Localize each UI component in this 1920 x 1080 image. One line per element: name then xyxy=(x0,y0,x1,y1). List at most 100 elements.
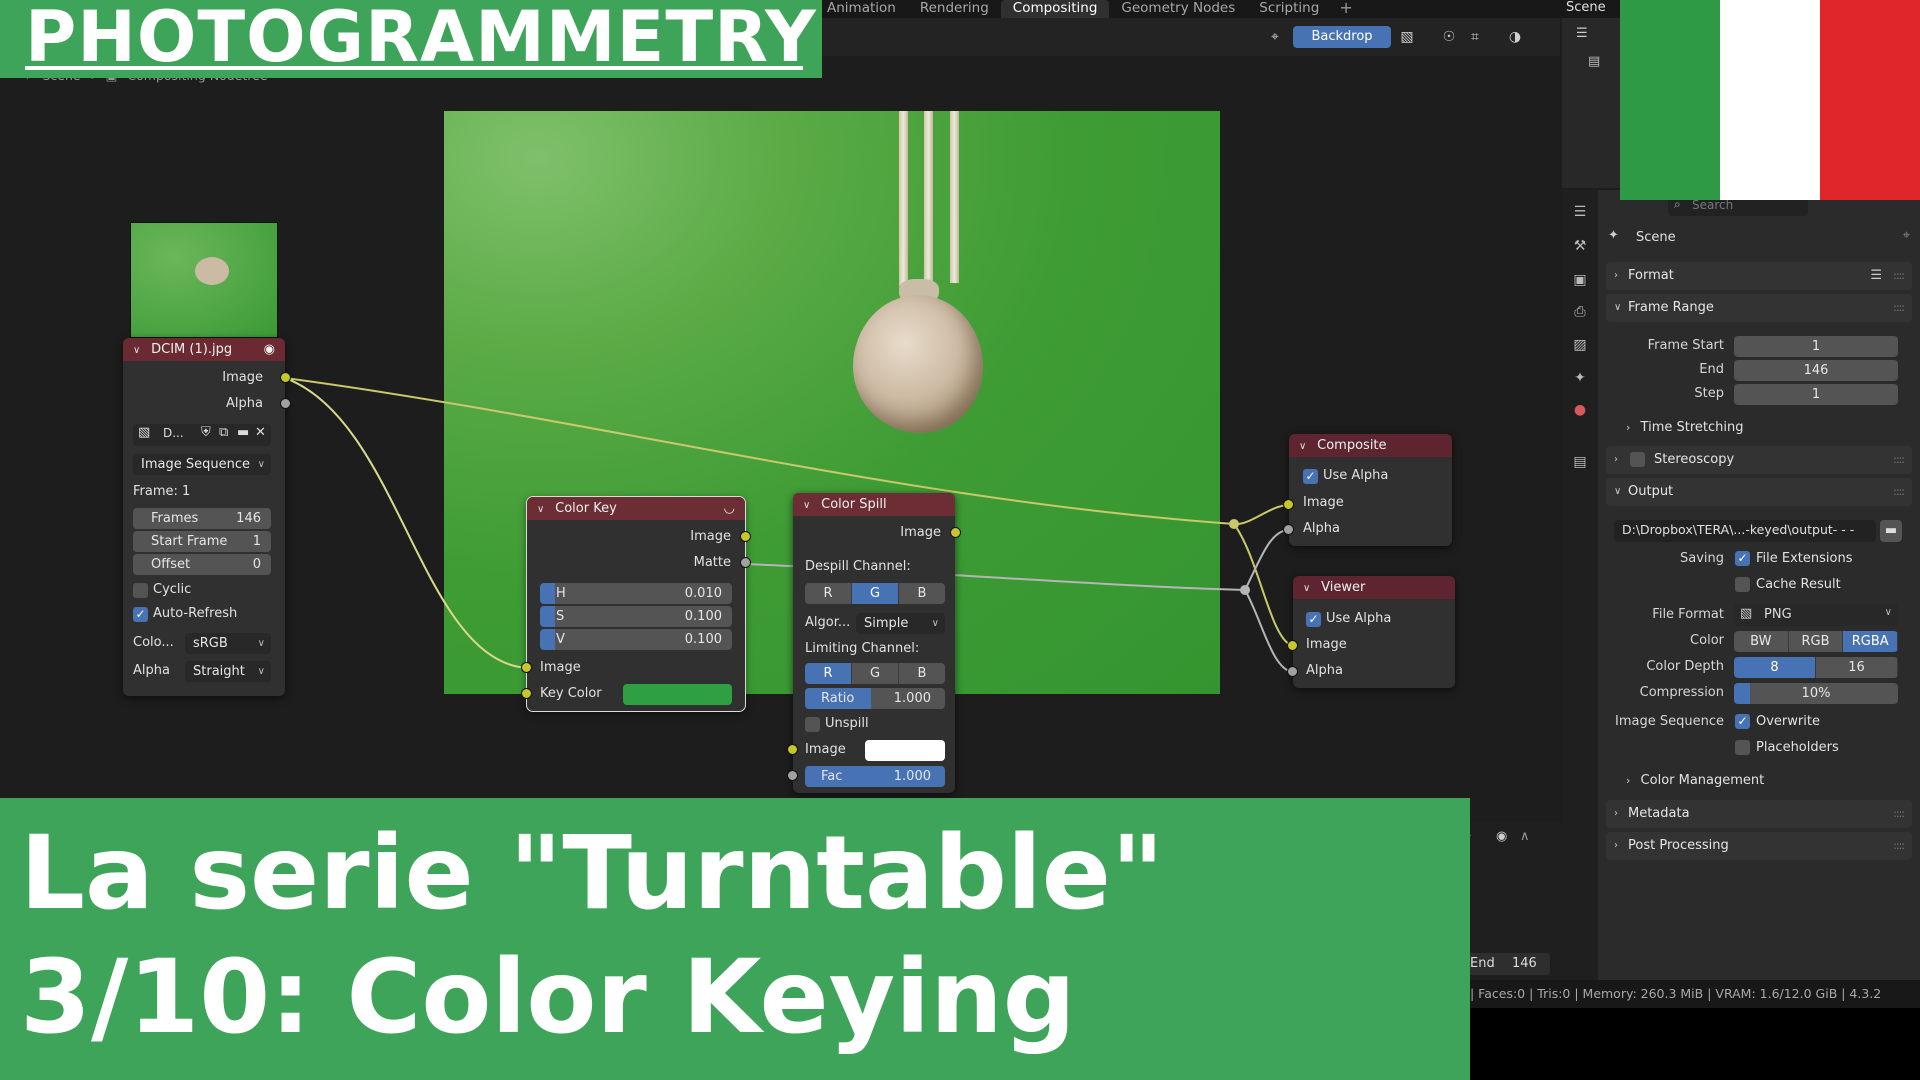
chevron-down-icon[interactable]: ∨ xyxy=(803,494,817,517)
stereoscopy-panel[interactable]: › Stereoscopy :::: xyxy=(1606,446,1912,474)
file-extensions-checkbox[interactable]: ✓ xyxy=(1735,551,1750,566)
chevron-down-icon[interactable]: ∨ xyxy=(1303,577,1317,600)
image-node[interactable]: ∨ DCIM (1).jpg ◉ Image Alpha ▧ D... ⛨ ⧉ … xyxy=(123,338,291,696)
pin-icon[interactable]: ⌖ xyxy=(1903,228,1910,243)
chevron-down-icon[interactable]: ∨ xyxy=(1299,435,1313,458)
folder-icon[interactable]: ▬ xyxy=(1880,520,1902,542)
metadata-panel[interactable]: › Metadata :::: xyxy=(1606,800,1912,828)
overwrite-checkbox[interactable]: ✓ xyxy=(1735,714,1750,729)
output-image-socket[interactable] xyxy=(950,527,961,538)
input-image-color[interactable] xyxy=(865,740,945,761)
post-processing-panel[interactable]: › Post Processing :::: xyxy=(1606,832,1912,860)
color-spill-header[interactable]: ∨ Color Spill xyxy=(793,493,955,516)
eye-icon[interactable]: ◉ xyxy=(264,338,275,361)
color-management-subpanel[interactable]: › Color Management xyxy=(1626,773,1764,788)
view-layer-icon[interactable]: ▨ xyxy=(1570,335,1590,355)
colorspace-dropdown[interactable]: sRGB ∨ xyxy=(185,633,271,654)
chevron-down-icon[interactable]: ∨ xyxy=(133,339,147,362)
world-icon[interactable]: ● xyxy=(1570,400,1590,420)
collection-icon[interactable]: ▤ xyxy=(1570,452,1590,472)
presets-icon[interactable]: ☰ xyxy=(1870,262,1882,290)
fake-user-icon[interactable]: ⛨ xyxy=(201,425,211,440)
ratio-field[interactable]: Ratio 1.000 xyxy=(805,688,945,709)
drag-handle-icon[interactable]: :::: xyxy=(1893,262,1905,290)
drag-handle-icon[interactable]: :::: xyxy=(1893,294,1905,322)
viewer-node[interactable]: ∨ Viewer ✓ Use Alpha Image Alpha xyxy=(1287,576,1455,688)
output-path-field[interactable]: D:\Dropbox\TERA\...-keyed\output- - - xyxy=(1614,520,1876,542)
color-depth-selector[interactable]: 8 16 xyxy=(1734,657,1898,678)
duplicate-icon[interactable]: ⧉ xyxy=(219,425,228,440)
depth-16[interactable]: 16 xyxy=(1816,657,1898,678)
record-icon[interactable]: ◉ xyxy=(1496,829,1507,844)
composite-alpha-socket[interactable] xyxy=(1283,524,1294,535)
color-rgba[interactable]: RGBA xyxy=(1843,631,1898,652)
composite-image-socket[interactable] xyxy=(1283,499,1294,510)
hue-field[interactable]: H 0.010 xyxy=(540,583,732,604)
format-panel[interactable]: › Format ☰ :::: xyxy=(1606,262,1912,290)
drag-handle-icon[interactable]: :::: xyxy=(1893,478,1905,506)
start-frame-field[interactable]: Start Frame 1 xyxy=(133,531,271,552)
fac-field[interactable]: Fac 1.000 xyxy=(805,766,945,787)
scene-icon[interactable]: ✦ xyxy=(1570,368,1590,388)
input-key-color-socket[interactable] xyxy=(521,688,532,699)
frame-range-panel[interactable]: ∨ Frame Range :::: xyxy=(1606,294,1912,322)
image-picker[interactable]: ▧ D... ⛨ ⧉ ▬ ✕ xyxy=(133,424,271,446)
folder-icon[interactable]: ▬ xyxy=(237,425,249,440)
viewer-header[interactable]: ∨ Viewer xyxy=(1293,576,1455,599)
limit-r[interactable]: R xyxy=(805,663,852,684)
color-rgb[interactable]: RGB xyxy=(1788,631,1844,652)
saturation-field[interactable]: S 0.100 xyxy=(540,606,732,627)
compression-slider[interactable]: 10% xyxy=(1734,683,1898,704)
drag-handle-icon[interactable]: :::: xyxy=(1893,832,1905,860)
tool-icon[interactable]: ⚒ xyxy=(1570,236,1590,256)
input-image-socket[interactable] xyxy=(521,662,532,673)
despill-g[interactable]: G xyxy=(852,583,899,604)
collapse-icon[interactable]: ◡ xyxy=(724,497,735,520)
chevron-down-icon[interactable]: ∨ xyxy=(537,498,551,521)
limiting-channel-selector[interactable]: R G B xyxy=(805,663,945,684)
color-mode-selector[interactable]: BW RGB RGBA xyxy=(1734,631,1898,652)
input-fac-socket[interactable] xyxy=(787,770,798,781)
keyframe-icon[interactable]: ∧ xyxy=(1520,829,1530,844)
alpha-mode-dropdown[interactable]: Straight ∨ xyxy=(185,661,271,682)
limit-b[interactable]: B xyxy=(899,663,945,684)
output-matte-socket[interactable] xyxy=(740,557,751,568)
stereoscopy-checkbox[interactable] xyxy=(1630,452,1645,467)
limit-g[interactable]: G xyxy=(852,663,899,684)
cache-result-checkbox[interactable] xyxy=(1735,577,1750,592)
time-stretching-subpanel[interactable]: › Time Stretching xyxy=(1626,420,1744,435)
viewer-image-socket[interactable] xyxy=(1287,640,1298,651)
image-node-header[interactable]: ∨ DCIM (1).jpg ◉ xyxy=(123,338,285,361)
despill-b[interactable]: B xyxy=(899,583,945,604)
source-dropdown[interactable]: Image Sequence ∨ xyxy=(133,454,271,475)
render-icon[interactable]: ▣ xyxy=(1570,270,1590,290)
image-browse-icon[interactable]: ▧ xyxy=(138,425,150,440)
drag-handle-icon[interactable]: :::: xyxy=(1893,446,1905,474)
properties-editor-icon[interactable]: ☰ xyxy=(1570,202,1590,222)
auto-refresh-checkbox[interactable]: ✓ xyxy=(133,607,148,622)
despill-r[interactable]: R xyxy=(805,583,852,604)
composite-header[interactable]: ∨ Composite xyxy=(1289,434,1452,457)
frame-step-field[interactable]: 1 xyxy=(1734,384,1898,405)
input-image-socket[interactable] xyxy=(787,744,798,755)
output-icon[interactable]: ⎙ xyxy=(1570,302,1590,322)
color-key-header[interactable]: ∨ Color Key ◡ xyxy=(527,497,745,520)
placeholders-checkbox[interactable] xyxy=(1735,740,1750,755)
color-spill-node[interactable]: ∨ Color Spill Image Despill Channel: R G… xyxy=(787,493,961,793)
editor-type-icon[interactable]: ☰ xyxy=(1576,26,1588,41)
outliner-panel[interactable]: ☰ ▤ xyxy=(1562,18,1620,188)
offset-field[interactable]: Offset 0 xyxy=(133,554,271,575)
output-alpha-socket[interactable] xyxy=(280,398,291,409)
depth-8[interactable]: 8 xyxy=(1734,657,1816,678)
key-color-swatch[interactable] xyxy=(623,684,732,705)
frame-end-field[interactable]: 146 xyxy=(1734,360,1898,381)
frames-field[interactable]: Frames 146 xyxy=(133,508,271,529)
output-panel[interactable]: ∨ Output :::: xyxy=(1606,478,1912,506)
close-icon[interactable]: ✕ xyxy=(255,425,266,440)
composite-use-alpha-checkbox[interactable]: ✓ xyxy=(1303,469,1318,484)
algorithm-dropdown[interactable]: Simple ∨ xyxy=(856,613,945,634)
output-image-socket[interactable] xyxy=(280,372,291,383)
viewer-use-alpha-checkbox[interactable]: ✓ xyxy=(1306,612,1321,627)
composite-node[interactable]: ∨ Composite ✓ Use Alpha Image Alpha xyxy=(1283,434,1452,546)
file-format-dropdown[interactable]: ▧ PNG ∨ xyxy=(1734,604,1898,626)
